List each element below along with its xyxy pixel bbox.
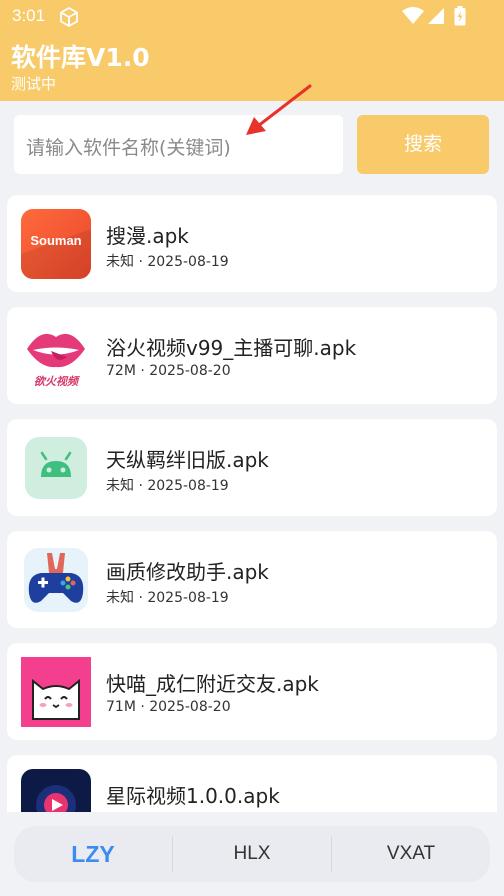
app-title: 软件库V1.0 bbox=[11, 43, 150, 72]
app-name: 搜漫.apk bbox=[106, 224, 189, 248]
souman-logo-text: Souman bbox=[30, 233, 82, 248]
list-item[interactable]: 欲火视频 浴火视频v99_主播可聊.apk 72M · 2025-08-20 bbox=[7, 307, 497, 404]
list-item[interactable]: 画质修改助手.apk 未知 · 2025-08-19 bbox=[7, 531, 497, 628]
android-icon bbox=[21, 433, 91, 503]
app-meta: 未知 · 2025-08-19 bbox=[106, 590, 229, 606]
lips-logo-icon: 欲火视频 bbox=[21, 321, 91, 391]
list-item[interactable]: Souman 搜漫.apk 未知 · 2025-08-19 bbox=[7, 195, 497, 292]
lips-logo-text: 欲火视频 bbox=[34, 375, 78, 388]
bottom-tab-bar: LZY HLX VXAT bbox=[14, 826, 490, 882]
tab-lzy[interactable]: LZY bbox=[14, 826, 172, 882]
app-name: 星际视频1.0.0.apk bbox=[106, 784, 280, 808]
gamepad-icon bbox=[21, 545, 91, 615]
app-name: 天纵羁绊旧版.apk bbox=[106, 448, 269, 472]
cat-icon bbox=[21, 657, 91, 727]
status-time: 3:01 bbox=[12, 6, 46, 25]
cube-icon bbox=[58, 6, 80, 32]
souman-logo-icon: Souman bbox=[21, 209, 91, 279]
app-meta: 未知 · 2025-08-19 bbox=[106, 254, 229, 270]
app-name: 快喵_成仁附近交友.apk bbox=[106, 672, 319, 696]
app-meta: 71M · 2025-08-20 bbox=[106, 699, 231, 715]
tab-vxat[interactable]: VXAT bbox=[332, 826, 490, 882]
app-subtitle: 测试中 bbox=[11, 75, 57, 93]
list-item[interactable]: 天纵羁绊旧版.apk 未知 · 2025-08-19 bbox=[7, 419, 497, 516]
wifi-icon bbox=[402, 7, 424, 29]
annotation-arrow-icon bbox=[230, 80, 320, 154]
tab-hlx[interactable]: HLX bbox=[173, 826, 331, 882]
app-name: 浴火视频v99_主播可聊.apk bbox=[106, 336, 357, 360]
app-meta: 72M · 2025-08-20 bbox=[106, 363, 231, 379]
list-item[interactable]: 快喵_成仁附近交友.apk 71M · 2025-08-20 bbox=[7, 643, 497, 740]
status-bar: 3:01 bbox=[0, 0, 504, 34]
search-placeholder: 请输入软件名称(关键词) bbox=[26, 137, 231, 159]
signal-icon bbox=[427, 7, 445, 29]
search-button[interactable]: 搜索 bbox=[357, 115, 489, 174]
battery-icon bbox=[454, 6, 466, 30]
app-name: 画质修改助手.apk bbox=[106, 560, 269, 584]
app-meta: 未知 · 2025-08-19 bbox=[106, 478, 229, 494]
